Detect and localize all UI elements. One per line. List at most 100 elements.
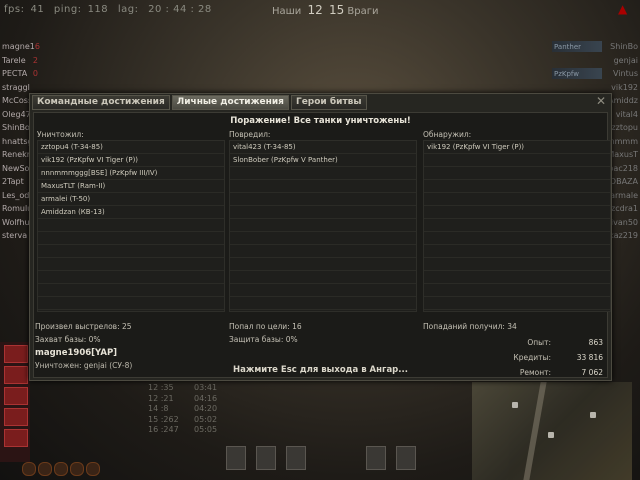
base-defense: Защита базы: 0% [229,335,298,344]
minimap-marker [512,402,518,408]
team-score: Наши 12 15 Враги [272,3,379,17]
destroyed-label: Уничтожил: [37,130,84,139]
player-name: Wolfhu [2,217,30,227]
fps-label: fps: [4,4,25,15]
player-name: vital4 [615,109,638,119]
log-time: 05:05 [194,425,218,434]
fps-value: 41 [30,4,45,15]
battle-result: Поражение! Все танки уничтожены! [230,116,411,126]
crew-icon [70,462,84,476]
player-name: zztopu [611,123,638,132]
player-name: ShinBo [610,42,638,51]
log-time: 04:16 [194,393,218,403]
player-name: Oleg47 [2,109,31,119]
player-name: sterva [2,231,28,240]
player-name: magne1 [2,42,35,51]
damage-panel [0,342,30,462]
player-name: Renekr [2,150,31,159]
damaged-label: Повредил: [229,130,271,139]
player-name: 2Tapt [2,177,24,186]
lag-label: lag: [117,4,139,15]
frag-count: 2 [32,55,38,65]
reward-credits: Кредиты: 33 816 [503,353,603,364]
repair-kit-icon[interactable] [366,446,386,470]
frag-count: 0 [32,69,38,78]
destroyed-list: zztopu4 (T-34-85) vik192 (PzKpfw VI Tiger… [37,140,225,312]
tab-team-achievements[interactable]: Командные достижения [32,95,170,110]
player-name: zcdra1 [611,204,638,213]
module-icon [4,408,28,426]
player-name: magne1906[YAP] [35,348,118,358]
log-value: 15 :262 [148,414,179,424]
team-left-row: Tarele 2 [2,54,42,68]
enemy-score: 15 [328,3,345,17]
reward-value: 33 816 [576,353,603,362]
list-item: Amiddzan (КВ-13) [41,208,105,216]
minimap-marker [548,432,554,438]
log-row: 12 :35 03:41 [148,383,240,394]
event-log: 12 :35 03:41 12 :21 04:16 14 :8 04:20 15 :262 0… [148,383,240,436]
ours-label: Наши [272,6,302,17]
minimap[interactable] [472,382,632,480]
crew-icon [86,462,100,476]
player-name: McCoss [2,96,33,105]
reward-label: Кредиты: [513,353,551,362]
crew-icon [38,462,52,476]
list-item: SlonBober (PzKpfw V Panther) [233,156,338,164]
results-panel: Поражение! Все танки уничтожены! Уничтож… [33,112,611,378]
player-name: ShinBo [2,123,30,132]
list-item: armalei (T-50) [41,195,91,203]
module-icon [4,387,28,405]
player-name: Tarele [2,55,26,65]
shell-slot-icon[interactable] [226,446,246,470]
player-name: kaz219 [609,231,638,240]
hits: Попал по цели: 16 [229,322,302,331]
vehicle-label: PzKpfw [552,68,602,79]
team-right-row: PzKpfw Vintus [552,67,638,81]
reward-experience: Опыт: 863 [503,338,603,349]
module-icon [4,429,28,447]
ours-score: 12 [307,3,323,17]
enemies-label: Враги [347,6,379,17]
battle-results-window: Командные достижения Личные достижения Г… [29,93,612,381]
team-left-row: PECTA 0 [2,67,42,81]
list-item: zztopu4 (T-34-85) [41,143,103,151]
player-name: hnattsg [2,136,33,146]
close-icon[interactable]: ✕ [595,95,607,107]
tab-personal-achievements[interactable]: Личные достижения [171,95,289,110]
tab-bar: Командные достижения Личные достижения Г… [32,95,369,110]
log-value: 14 :8 [148,404,169,413]
module-icon [4,345,28,363]
spotted-list: vik192 (PzKpfw VI Tiger (P)) [423,140,611,312]
team-right-row: genjai [552,54,638,68]
damaged-list: vital423 (T-34-85) SlonBober (PzKpfw V Pa… [229,140,417,312]
player-name: vik192 [611,82,638,92]
list-item: vital423 (T-34-85) [233,143,296,151]
top-hud: fps: 41 ping: 118 lag: 20 : 44 : 28 Наши 1… [0,0,640,18]
tab-battle-heroes[interactable]: Герои битвы [290,95,367,110]
reward-value: 7 062 [581,368,603,377]
player-name: PECTA [2,69,28,78]
log-row: 12 :21 04:16 [148,394,240,405]
log-value: 16 :247 [148,425,179,434]
shell-slot-icon[interactable] [286,446,306,470]
perf-stats: fps: 41 ping: 118 lag: 20 : 44 : 28 [4,4,218,15]
log-time: 05:02 [194,414,218,424]
spotted-label: Обнаружил: [423,130,472,139]
destroyed-column: Уничтожил: zztopu4 (T-34-85) vik192 (PzKp… [37,129,225,312]
reward-label: Опыт: [527,338,551,347]
log-row: 14 :8 04:20 [148,404,240,415]
player-name: ivan50 [610,217,638,227]
tank-icon: ▲ [618,2,628,16]
log-value: 12 :21 [148,393,174,403]
reward-value: 863 [588,338,603,347]
shell-slot-icon[interactable] [256,446,276,470]
shots-fired: Произвел выстрелов: 25 [35,322,132,331]
medkit-icon[interactable] [396,446,416,470]
player-name: pac218 [608,163,638,173]
hits-received: Попаданий получил: 34 [423,322,517,331]
list-item: vik192 (PzKpfw VI Tiger (P)) [427,143,525,151]
list-item: vik192 (PzKpfw VI Tiger (P)) [41,156,139,164]
log-time: 04:20 [194,404,218,413]
log-value: 12 :35 [148,383,174,392]
